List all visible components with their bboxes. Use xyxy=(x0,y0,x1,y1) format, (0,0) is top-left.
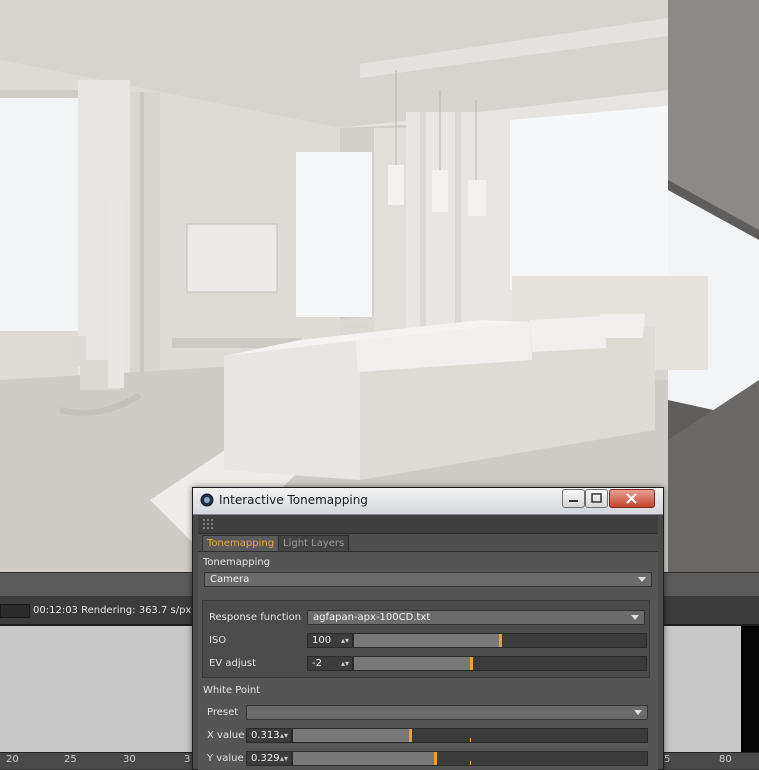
spinner-arrows-icon[interactable]: ▴▾ xyxy=(341,635,349,646)
tonemapping-section-label: Tonemapping xyxy=(203,557,271,568)
slider-default-mark xyxy=(470,666,472,670)
window-toolbar xyxy=(198,515,658,534)
ev-adjust-label: EV adjust xyxy=(209,658,257,669)
preset-label: Preset xyxy=(207,707,239,718)
slider-handle[interactable] xyxy=(499,634,502,647)
ev-adjust-value: -2 xyxy=(312,658,322,669)
slider-fill xyxy=(293,729,410,742)
timeline-tick: 80 xyxy=(719,754,732,765)
minimize-icon xyxy=(569,500,578,502)
chevron-down-icon xyxy=(631,615,639,620)
y-value-value: 0.329 xyxy=(251,753,280,764)
response-function-value: agfapan-apx-100CD.txt xyxy=(313,612,431,623)
spinner-arrows-icon[interactable]: ▴▾ xyxy=(280,753,288,764)
tonemapping-panel: Tonemapping Camera Response function agf… xyxy=(198,551,658,770)
iso-label: ISO xyxy=(209,635,227,646)
maximize-button[interactable] xyxy=(585,489,608,508)
timeline-tick: 3 xyxy=(184,754,191,765)
minimize-button[interactable] xyxy=(562,489,585,508)
close-button[interactable] xyxy=(609,489,655,508)
timeline-tick: 25 xyxy=(64,754,77,765)
tonemapping-mode-dropdown[interactable]: Camera xyxy=(204,572,652,587)
y-value-slider[interactable] xyxy=(292,751,648,766)
slider-default-mark xyxy=(470,738,471,742)
tonemapping-mode-value: Camera xyxy=(210,574,250,585)
close-icon xyxy=(626,493,637,504)
iso-input[interactable]: 100 ▴▾ xyxy=(307,633,353,648)
slider-fill xyxy=(354,634,500,647)
render-progress-bar xyxy=(0,604,30,618)
render-status-text: 00:12:03 Rendering: 363.7 s/px xyxy=(33,605,192,616)
iso-slider[interactable] xyxy=(353,633,647,648)
spinner-arrows-icon[interactable]: ▴▾ xyxy=(341,658,349,669)
slider-fill xyxy=(354,657,471,670)
camera-settings-group: Response function agfapan-apx-100CD.txt … xyxy=(202,600,650,678)
tab-light-layers[interactable]: Light Layers xyxy=(278,535,350,551)
x-value-slider[interactable] xyxy=(292,728,648,743)
y-value-label: Y value xyxy=(207,753,244,764)
slider-handle[interactable] xyxy=(408,729,412,742)
cinema4d-app-icon xyxy=(200,493,214,507)
tab-tonemapping[interactable]: Tonemapping xyxy=(202,535,280,551)
spinner-arrows-icon[interactable]: ▴▾ xyxy=(280,730,288,741)
chevron-down-icon xyxy=(638,577,646,582)
x-value-label: X value xyxy=(207,730,245,741)
timeline-tick: 20 xyxy=(6,754,19,765)
timeline-tick: 5 xyxy=(664,754,671,765)
tonemapping-window[interactable]: Interactive Tonemapping Tonemapping Ligh… xyxy=(192,487,664,770)
iso-value: 100 xyxy=(312,635,332,646)
slider-default-mark xyxy=(470,761,471,765)
window-title: Interactive Tonemapping xyxy=(219,493,368,507)
maximize-icon xyxy=(591,493,602,503)
x-value-value: 0.313 xyxy=(251,730,280,741)
response-function-label: Response function xyxy=(209,612,302,623)
response-function-dropdown[interactable]: agfapan-apx-100CD.txt xyxy=(307,610,645,625)
x-value-input[interactable]: 0.313 ▴▾ xyxy=(246,728,292,743)
ev-adjust-input[interactable]: -2 ▴▾ xyxy=(307,656,353,671)
ev-adjust-slider[interactable] xyxy=(353,656,647,671)
chevron-down-icon[interactable] xyxy=(634,710,642,715)
tab-bar: Tonemapping Light Layers xyxy=(198,535,658,551)
white-point-section-label: White Point xyxy=(203,685,261,696)
window-body: Tonemapping Light Layers Tonemapping Cam… xyxy=(198,515,658,770)
slider-handle[interactable] xyxy=(433,752,437,765)
panel-edge-strip xyxy=(741,626,759,752)
y-value-input[interactable]: 0.329 ▴▾ xyxy=(246,751,292,766)
window-titlebar[interactable]: Interactive Tonemapping xyxy=(193,488,663,515)
timeline-tick: 30 xyxy=(123,754,136,765)
grip-icon[interactable] xyxy=(203,519,215,529)
slider-fill xyxy=(293,752,435,765)
preset-dropdown[interactable] xyxy=(246,705,648,720)
